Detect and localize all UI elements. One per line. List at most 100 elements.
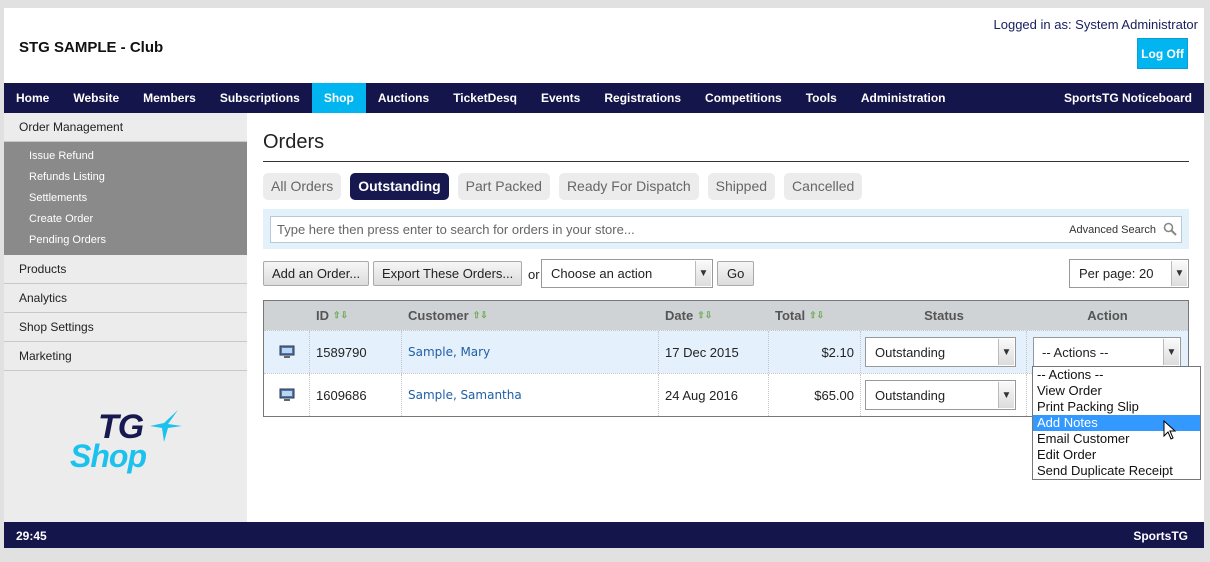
header-date-label: Date	[665, 308, 694, 323]
nav-ticketdesq[interactable]: TicketDesq	[441, 83, 529, 113]
logo-shop-text: Shop	[70, 438, 147, 474]
order-tabs: All Orders Outstanding Part Packed Ready…	[263, 173, 1189, 200]
nav-shop[interactable]: Shop	[311, 83, 366, 113]
sidebar-subitem-issue-refund[interactable]: Issue Refund	[4, 146, 247, 167]
status-select[interactable]: Outstanding ▼	[865, 337, 1016, 367]
header-customer-label: Customer	[408, 308, 469, 323]
nav-home[interactable]: Home	[4, 83, 61, 113]
per-page-select[interactable]: Per page: 20 ▼	[1069, 259, 1189, 288]
customer-link[interactable]: Samantha	[460, 388, 521, 402]
action-select[interactable]: -- Actions -- ▼	[1033, 337, 1181, 367]
add-order-button[interactable]: Add an Order...	[263, 261, 370, 286]
nav-tools[interactable]: Tools	[794, 83, 849, 113]
sidebar-subitem-refunds-listing[interactable]: Refunds Listing	[4, 167, 247, 188]
search-icon[interactable]	[1163, 222, 1177, 236]
page-title: Orders	[263, 131, 1189, 162]
header-status: Status	[924, 308, 964, 323]
sort-icon[interactable]: ⇧⇩	[809, 310, 824, 321]
tab-shipped[interactable]: Shipped	[707, 173, 776, 200]
action-value: -- Actions --	[1042, 345, 1109, 360]
customer-link[interactable]: Mary	[460, 345, 490, 359]
search-bar: Advanced Search	[263, 209, 1189, 249]
nav-members[interactable]: Members	[131, 83, 208, 113]
sidebar-subitem-pending-orders[interactable]: Pending Orders	[4, 230, 247, 251]
nav-auctions[interactable]: Auctions	[366, 83, 441, 113]
dropdown-option-view-order[interactable]: View Order	[1033, 383, 1200, 399]
sidebar-item-order-management[interactable]: Order Management	[4, 113, 247, 142]
status-cell: Outstanding ▼	[861, 331, 1027, 373]
order-icon-cell	[264, 331, 310, 373]
sidebar-item-analytics[interactable]: Analytics	[4, 284, 247, 313]
per-page-value: Per page: 20	[1079, 266, 1154, 281]
nav-website[interactable]: Website	[61, 83, 131, 113]
order-id: 1609686	[310, 374, 402, 416]
session-timer: 29:45	[16, 529, 47, 543]
sidebar-item-marketing[interactable]: Marketing	[4, 342, 247, 371]
sort-icon[interactable]: ⇧⇩	[333, 310, 348, 321]
customer-cell: Sample, Samantha	[402, 374, 659, 416]
order-search-input[interactable]	[271, 217, 1051, 242]
footer-brand: SportsTG	[1133, 529, 1188, 543]
export-orders-button[interactable]: Export These Orders...	[373, 261, 523, 286]
sidebar-item-shop-settings[interactable]: Shop Settings	[4, 313, 247, 342]
nav-administration[interactable]: Administration	[849, 83, 958, 113]
order-total: $2.10	[769, 331, 861, 373]
app-frame: STG SAMPLE - Club Logged in as: System A…	[4, 8, 1204, 548]
tab-cancelled[interactable]: Cancelled	[784, 173, 863, 200]
bulk-action-select[interactable]: Choose an action ▼	[541, 259, 713, 288]
computer-icon[interactable]	[279, 345, 295, 359]
header-icon-col	[264, 301, 310, 330]
bulk-action-value: Choose an action	[551, 266, 653, 281]
dropdown-option-send-duplicate-receipt[interactable]: Send Duplicate Receipt	[1033, 463, 1200, 479]
header-id[interactable]: ID ⇧⇩	[310, 301, 402, 330]
header-total[interactable]: Total ⇧⇩	[769, 301, 861, 330]
advanced-search-link[interactable]: Advanced Search	[1069, 224, 1156, 236]
logged-in-text: Logged in as: System Administrator	[993, 17, 1199, 32]
order-icon-cell	[264, 374, 310, 416]
dropdown-option-print-packing-slip[interactable]: Print Packing Slip	[1033, 399, 1200, 415]
chevron-down-icon: ▼	[695, 261, 711, 286]
logoff-button[interactable]: Log Off	[1137, 38, 1188, 69]
nav-registrations[interactable]: Registrations	[592, 83, 693, 113]
status-select[interactable]: Outstanding ▼	[865, 380, 1016, 410]
dropdown-option-actions[interactable]: -- Actions --	[1033, 367, 1200, 383]
order-total: $65.00	[769, 374, 861, 416]
sidebar: Order Management Issue Refund Refunds Li…	[4, 113, 247, 522]
header-customer[interactable]: Customer ⇧⇩	[402, 301, 659, 330]
tab-outstanding[interactable]: Outstanding	[350, 173, 449, 200]
sidebar-subitem-settlements[interactable]: Settlements	[4, 188, 247, 209]
tab-part-packed[interactable]: Part Packed	[457, 173, 550, 200]
status-cell: Outstanding ▼	[861, 374, 1027, 416]
customer-link[interactable]: Sample,	[408, 388, 457, 402]
chevron-down-icon: ▼	[998, 382, 1014, 408]
chevron-down-icon: ▼	[998, 339, 1014, 365]
dropdown-option-edit-order[interactable]: Edit Order	[1033, 447, 1200, 463]
order-date: 24 Aug 2016	[659, 374, 769, 416]
sort-icon[interactable]: ⇧⇩	[697, 310, 712, 321]
chevron-down-icon: ▼	[1171, 261, 1187, 286]
chevron-down-icon: ▼	[1163, 339, 1179, 365]
nav-subscriptions[interactable]: Subscriptions	[208, 83, 312, 113]
sidebar-item-products[interactable]: Products	[4, 255, 247, 284]
nav-noticeboard[interactable]: SportsTG Noticeboard	[1052, 83, 1204, 113]
footer: 29:45 SportsTG	[4, 522, 1204, 548]
header: STG SAMPLE - Club Logged in as: System A…	[4, 8, 1204, 83]
customer-cell: Sample, Mary	[402, 331, 659, 373]
nav-competitions[interactable]: Competitions	[693, 83, 794, 113]
tab-all-orders[interactable]: All Orders	[263, 173, 342, 200]
header-date[interactable]: Date ⇧⇩	[659, 301, 769, 330]
mouse-cursor-icon	[1163, 420, 1177, 440]
header-total-label: Total	[775, 308, 806, 323]
club-title: STG SAMPLE - Club	[19, 39, 164, 56]
computer-icon[interactable]	[279, 388, 295, 402]
header-action: Action	[1087, 308, 1128, 323]
orders-toolbar: Add an Order... Export These Orders... o…	[263, 259, 1189, 289]
tab-ready-for-dispatch[interactable]: Ready For Dispatch	[558, 173, 699, 200]
customer-link[interactable]: Sample,	[408, 345, 457, 359]
sidebar-submenu: Issue Refund Refunds Listing Settlements…	[4, 142, 247, 255]
order-id: 1589790	[310, 331, 402, 373]
sidebar-subitem-create-order[interactable]: Create Order	[4, 209, 247, 230]
sort-icon[interactable]: ⇧⇩	[473, 310, 488, 321]
nav-events[interactable]: Events	[529, 83, 592, 113]
go-button[interactable]: Go	[717, 261, 755, 286]
